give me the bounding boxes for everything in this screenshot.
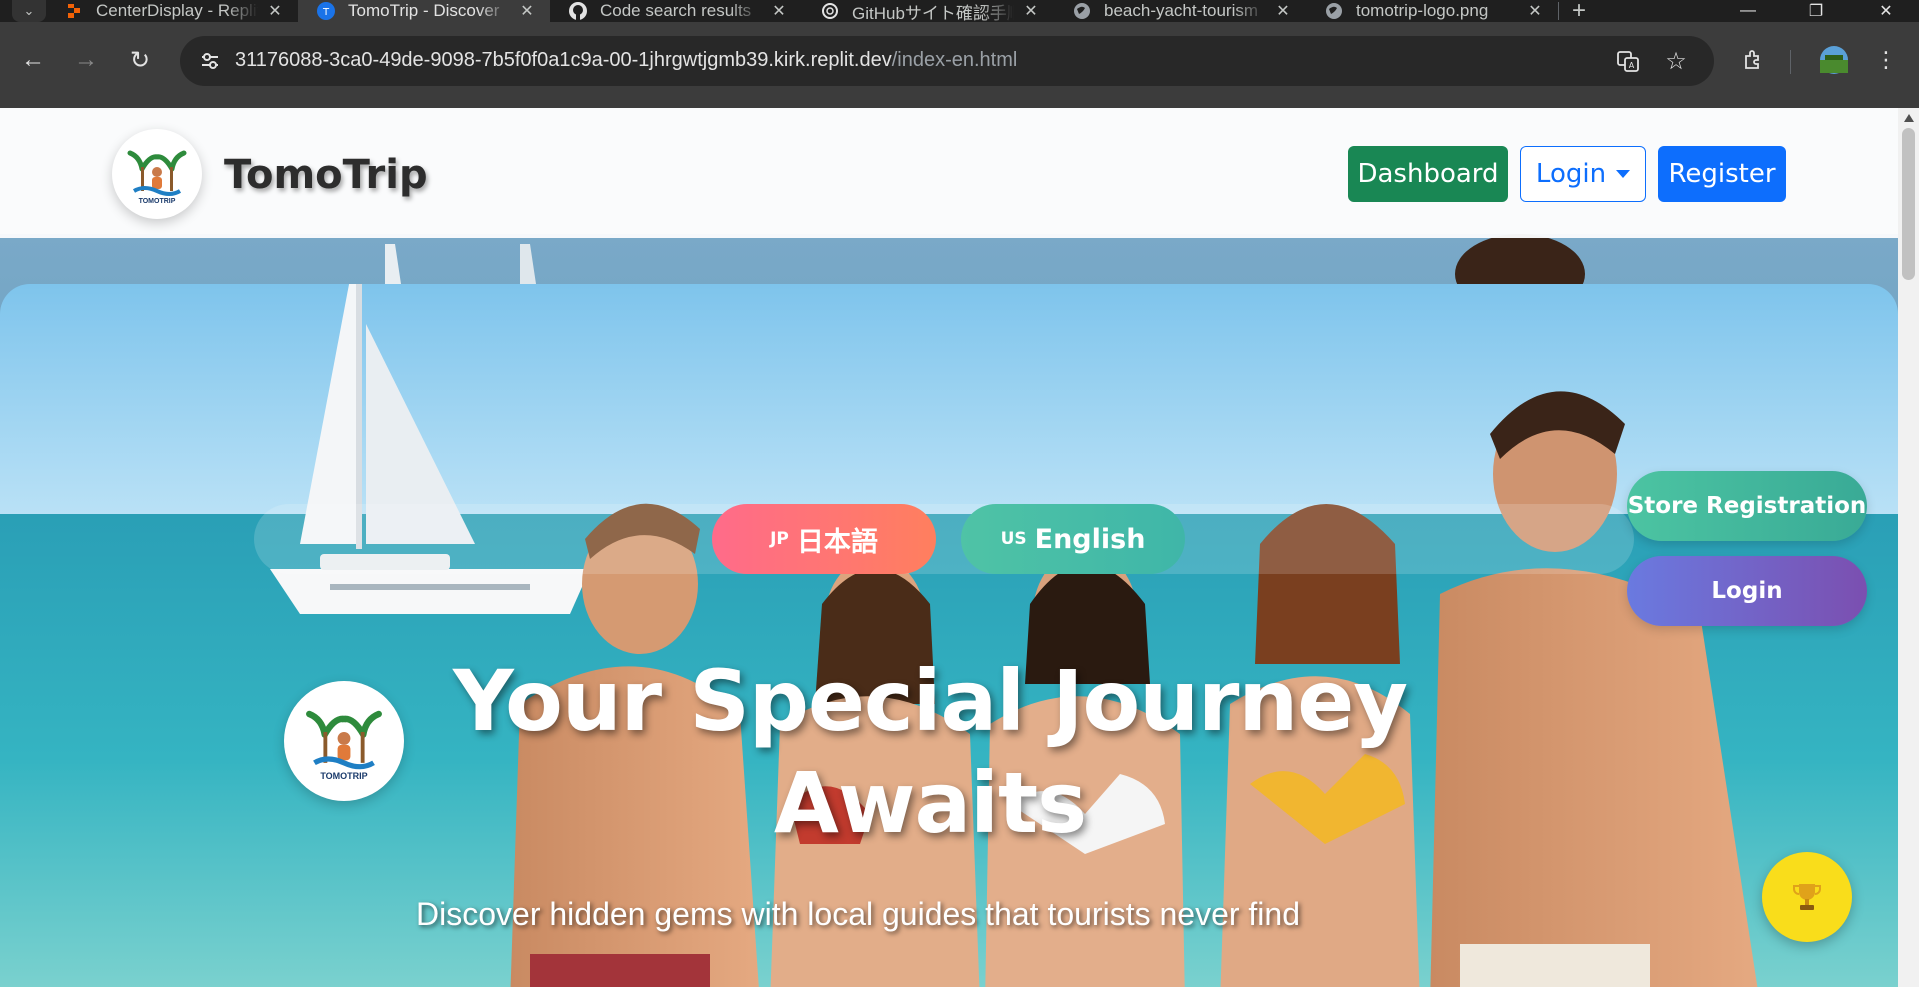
close-icon[interactable]: ✕	[1274, 1, 1292, 21]
language-label: 日本語	[796, 526, 878, 558]
close-icon[interactable]: ✕	[770, 1, 788, 21]
brand-name[interactable]: TomoTrip	[224, 152, 428, 198]
url-host: 31176088-3ca0-49de-9098-7b5f0f0a1c9a-00-…	[235, 49, 892, 71]
hero-section	[0, 284, 1898, 987]
globe-icon	[1324, 1, 1344, 21]
chatgpt-icon	[820, 1, 840, 21]
svg-text:A: A	[1629, 61, 1635, 70]
tab-title: CenterDisplay - Replit	[96, 1, 258, 20]
tab-search-icon[interactable]: ⌄	[12, 0, 46, 22]
reload-icon[interactable]: ↻	[120, 40, 160, 80]
register-button[interactable]: Register	[1658, 146, 1786, 202]
site-header: TOMOTRIP TomoTrip Dashboard Login Regist…	[0, 108, 1898, 238]
toolbar-divider	[1790, 50, 1791, 74]
language-label: English	[1034, 523, 1146, 555]
address-bar[interactable]: 31176088-3ca0-49de-9098-7b5f0f0a1c9a-00-…	[180, 36, 1714, 86]
hero-subtitle: Discover hidden gems with local guides t…	[416, 896, 1300, 932]
trophy-icon	[1793, 884, 1821, 910]
url-text[interactable]: 31176088-3ca0-49de-9098-7b5f0f0a1c9a-00-…	[235, 49, 1017, 72]
tab-title: Code search results	[600, 1, 752, 20]
site-logo[interactable]: TOMOTRIP	[112, 129, 202, 219]
tab-github-search[interactable]: Code search results ✕	[550, 0, 802, 22]
profile-avatar[interactable]	[1814, 40, 1854, 80]
caret-down-icon	[1616, 170, 1631, 178]
close-window-icon[interactable]: ✕	[1856, 0, 1916, 22]
globe-icon	[1072, 1, 1092, 21]
forward-icon[interactable]: →	[66, 40, 106, 80]
scroll-thumb[interactable]	[1902, 128, 1915, 280]
login-label: Login	[1535, 159, 1607, 189]
tab-centerdisplay[interactable]: CenterDisplay - Replit ✕	[46, 0, 298, 22]
tab-logo-png[interactable]: tomotrip-logo.png ✕	[1306, 0, 1558, 22]
url-path: /index-en.html	[891, 49, 1018, 71]
hero-logo: TOMOTRIP	[284, 681, 404, 801]
language-switcher	[254, 504, 1634, 574]
tab-beach-yacht[interactable]: beach-yacht-tourism ✕	[1054, 0, 1306, 22]
close-icon[interactable]: ✕	[266, 1, 284, 21]
trophy-button[interactable]	[1762, 852, 1852, 942]
side-login-button[interactable]: Login	[1627, 556, 1867, 626]
close-icon[interactable]: ✕	[1526, 1, 1544, 21]
tab-chatgpt[interactable]: GitHubサイト確認手順 ✕	[802, 0, 1054, 23]
login-dropdown-button[interactable]: Login	[1520, 146, 1646, 202]
dashboard-button[interactable]: Dashboard	[1348, 146, 1508, 202]
browser-toolbar: ← → ↻ 31176088-3ca0-49de-9098-7b5f0f0a1c…	[0, 22, 1919, 108]
github-icon	[568, 1, 588, 21]
logo-text: TOMOTRIP	[138, 198, 176, 205]
close-icon[interactable]: ✕	[518, 1, 536, 21]
beach-photo	[0, 284, 1898, 987]
site-info-icon[interactable]	[194, 45, 226, 77]
svg-text:T: T	[322, 7, 330, 18]
bookmark-star-icon[interactable]: ☆	[1662, 47, 1690, 75]
tab-title: beach-yacht-tourism	[1104, 1, 1259, 20]
tab-title: GitHubサイト確認手順	[852, 3, 1014, 23]
translate-icon[interactable]: A	[1614, 47, 1642, 75]
store-registration-button[interactable]: Store Registration	[1627, 471, 1867, 541]
page-scrollbar[interactable]	[1898, 108, 1919, 987]
tab-title: tomotrip-logo.png	[1356, 1, 1489, 20]
back-icon[interactable]: ←	[13, 40, 53, 80]
hero-title: Your Special Journey Awaits	[453, 652, 1408, 852]
page-viewport: TOMOTRIP TomoTrip Dashboard Login Regist…	[0, 108, 1898, 987]
close-icon[interactable]: ✕	[1022, 1, 1040, 21]
replit-icon	[64, 1, 84, 21]
minimize-icon[interactable]: —	[1718, 0, 1778, 22]
tab-title: TomoTrip - Discover	[348, 1, 500, 20]
language-japanese-button[interactable]: JP 日本語	[712, 504, 936, 574]
tab-strip: ⌄ CenterDisplay - Replit ✕ T TomoTrip - …	[0, 0, 1919, 24]
restore-icon[interactable]: ❐	[1786, 0, 1846, 22]
new-tab-icon[interactable]: +	[1559, 0, 1599, 24]
extensions-icon[interactable]	[1734, 40, 1774, 80]
us-flag-icon: US	[1000, 529, 1027, 549]
tomotrip-icon: T	[316, 1, 336, 21]
logo-text: TOMOTRIP	[320, 771, 368, 781]
language-english-button[interactable]: US English	[961, 504, 1185, 574]
jp-flag-icon: JP	[770, 529, 789, 549]
tab-tomotrip[interactable]: T TomoTrip - Discover ✕	[298, 0, 550, 22]
menu-kebab-icon[interactable]: ⋮	[1866, 40, 1906, 80]
scroll-up-arrow-icon[interactable]	[1904, 114, 1914, 122]
